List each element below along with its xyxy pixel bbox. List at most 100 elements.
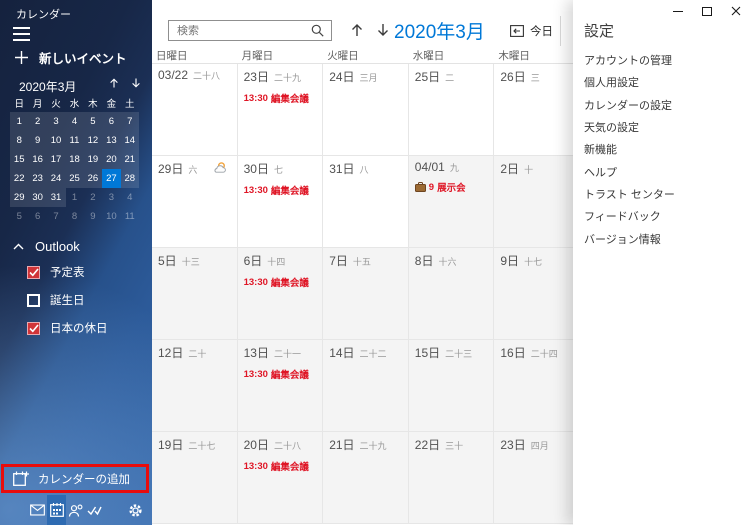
day-cell[interactable]: 26日三 — [494, 64, 573, 156]
settings-item[interactable]: 個人用設定 — [584, 71, 744, 93]
mini-day[interactable]: 19 — [84, 150, 102, 169]
day-cell[interactable]: 15日 二十三 — [408, 340, 495, 432]
event[interactable]: 13:30 編集会議 — [244, 183, 321, 198]
mini-day[interactable]: 1 — [65, 188, 83, 207]
day-cell[interactable]: 22日 三十 — [408, 432, 495, 524]
day-cell[interactable]: 13日 二十一 13:30 編集会議 — [237, 340, 324, 432]
day-cell[interactable]: 12日 二十 — [152, 340, 238, 432]
day-cell[interactable]: 19日 二十七 — [152, 432, 238, 524]
day-cell[interactable]: 03/22 二十八 — [152, 64, 238, 156]
settings-item[interactable]: ヘルプ — [584, 160, 744, 182]
hamburger-menu-button[interactable] — [13, 27, 35, 41]
mini-day[interactable]: 8 — [10, 131, 28, 150]
add-calendar-button[interactable]: カレンダーの追加 — [4, 470, 146, 488]
mini-day[interactable]: 10 — [102, 207, 120, 226]
mini-day[interactable]: 11 — [121, 207, 139, 226]
mini-day[interactable]: 6 — [28, 207, 46, 226]
calendar-list-item[interactable]: 日本の休日 — [27, 320, 108, 336]
mini-day[interactable]: 31 — [47, 188, 65, 207]
mini-day[interactable]: 16 — [28, 150, 46, 169]
mini-day[interactable]: 8 — [65, 207, 83, 226]
todo-nav-button[interactable] — [85, 495, 104, 525]
mini-calendar-prev-button[interactable] — [106, 75, 122, 91]
mini-day[interactable]: 26 — [84, 169, 102, 188]
day-cell[interactable]: 5日 十三 — [152, 248, 238, 340]
day-cell[interactable]: 25日二 — [408, 64, 495, 156]
mini-day[interactable]: 23 — [28, 169, 46, 188]
settings-item[interactable]: アカウントの管理 — [584, 49, 744, 71]
today-button[interactable]: 今日 — [510, 20, 553, 41]
mini-day[interactable]: 5 — [10, 207, 28, 226]
mini-day[interactable]: 4 — [65, 112, 83, 131]
search-input[interactable] — [169, 24, 311, 37]
mini-day[interactable]: 20 — [102, 150, 120, 169]
mini-day[interactable]: 11 — [65, 131, 83, 150]
mini-day[interactable]: 3 — [47, 112, 65, 131]
search-icon[interactable] — [311, 24, 324, 37]
mini-day[interactable]: 18 — [65, 150, 83, 169]
mini-day[interactable]: 17 — [47, 150, 65, 169]
mini-day[interactable]: 7 — [121, 112, 139, 131]
mini-calendar-title[interactable]: 2020年3月 — [19, 78, 76, 95]
day-cell[interactable]: 9日 十七 — [494, 248, 573, 340]
day-cell[interactable]: 29日六 — [152, 156, 238, 248]
mini-day[interactable]: 4 — [121, 188, 139, 207]
mini-day[interactable]: 9 — [28, 131, 46, 150]
day-cell[interactable]: 31日八 — [323, 156, 409, 248]
calendar-nav-button[interactable] — [47, 495, 66, 525]
outlook-group-header[interactable]: Outlook — [13, 239, 80, 254]
event[interactable]: 9 展示会 — [414, 180, 492, 194]
people-nav-button[interactable] — [66, 495, 85, 525]
settings-item[interactable]: カレンダーの設定 — [584, 94, 744, 116]
settings-item[interactable]: バージョン情報 — [584, 227, 744, 249]
event[interactable]: 13:30 編集会議 — [244, 91, 321, 106]
day-cell[interactable]: 23日 二十九 13:30 編集会議 — [237, 64, 324, 156]
mini-day[interactable]: 30 — [28, 188, 46, 207]
mini-day[interactable]: 22 — [10, 169, 28, 188]
checkbox-checked-icon[interactable] — [27, 321, 40, 335]
checkbox-unchecked-icon[interactable] — [27, 293, 40, 307]
settings-item[interactable]: フィードバック — [584, 205, 744, 227]
event[interactable]: 13:30 編集会議 — [244, 367, 321, 382]
day-cell[interactable]: 6日 十四 13:30 編集会議 — [237, 248, 324, 340]
calendar-list-item[interactable]: 誕生日 — [27, 292, 108, 308]
mini-day[interactable]: 21 — [121, 150, 139, 169]
day-cell[interactable]: 20日 二十八 13:30 編集会議 — [237, 432, 324, 524]
mini-calendar-next-button[interactable] — [128, 75, 144, 91]
new-event-button[interactable]: 新しいイベント — [15, 48, 127, 67]
mini-day[interactable]: 12 — [84, 131, 102, 150]
mini-day[interactable]: 9 — [84, 207, 102, 226]
mini-day[interactable]: 5 — [84, 112, 102, 131]
mini-day[interactable]: 15 — [10, 150, 28, 169]
event[interactable]: 13:30 編集会議 — [244, 275, 321, 290]
day-cell[interactable]: 04/01 九 9 展示会 — [408, 156, 495, 248]
day-cell[interactable]: 16日 二十四 — [494, 340, 573, 432]
day-cell[interactable]: 8日 十六 — [408, 248, 495, 340]
day-cell[interactable]: 7日 十五 — [323, 248, 409, 340]
mini-day[interactable]: 7 — [47, 207, 65, 226]
previous-month-button[interactable] — [348, 21, 366, 39]
day-cell[interactable]: 2日十 — [494, 156, 573, 248]
mini-day[interactable]: 3 — [102, 188, 120, 207]
mini-day[interactable]: 6 — [102, 112, 120, 131]
next-month-button[interactable] — [374, 21, 392, 39]
settings-item[interactable]: 天気の設定 — [584, 116, 744, 138]
window-maximize-button[interactable] — [692, 0, 721, 22]
mini-day[interactable]: 13 — [102, 131, 120, 150]
day-cell[interactable]: 14日 二十二 — [323, 340, 409, 432]
event[interactable]: 13:30 編集会議 — [244, 459, 321, 474]
mini-day[interactable]: 14 — [121, 131, 139, 150]
window-close-button[interactable] — [721, 0, 750, 22]
mini-day[interactable]: 2 — [84, 188, 102, 207]
window-minimize-button[interactable] — [663, 0, 692, 22]
mini-day[interactable]: 25 — [65, 169, 83, 188]
mini-day-selected[interactable]: 27 — [102, 169, 121, 188]
settings-item[interactable]: 新機能 — [584, 138, 744, 160]
mini-day[interactable]: 28 — [121, 169, 139, 188]
mini-day[interactable]: 29 — [10, 188, 28, 207]
mini-day[interactable]: 1 — [10, 112, 28, 131]
checkbox-checked-icon[interactable] — [27, 265, 40, 279]
day-cell[interactable]: 30日七 13:30 編集会議 — [237, 156, 324, 248]
day-cell[interactable]: 21日 二十九 — [323, 432, 409, 524]
mail-nav-button[interactable] — [28, 495, 47, 525]
